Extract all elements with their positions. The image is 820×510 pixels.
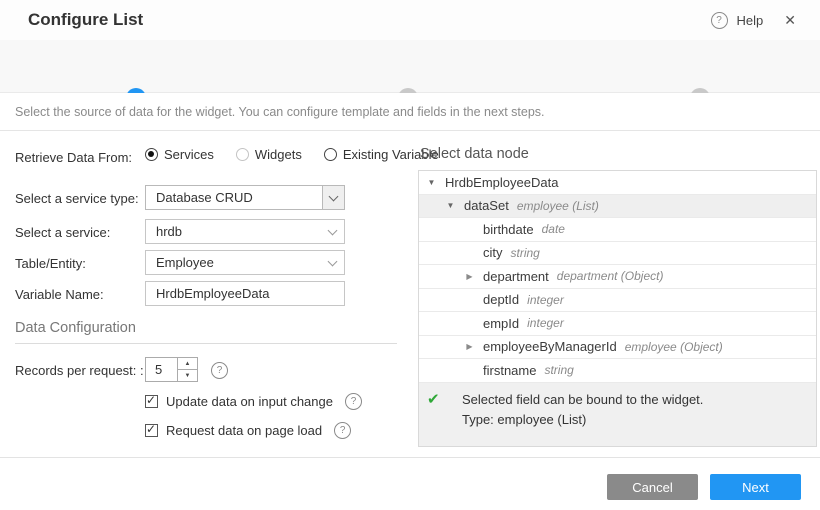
node-type: department (Object) [557,269,664,283]
tree-node-birthdate[interactable]: birthdate date [419,218,816,242]
help-link[interactable]: Help [737,13,764,28]
chevron-down-icon [320,261,344,265]
service-value: hrdb [146,224,320,239]
table-entity-value: Employee [146,255,320,270]
node-name: dataSet [464,198,509,213]
tree-node-empId[interactable]: empId integer [419,312,816,336]
request-data-help-icon[interactable]: ? [334,422,351,439]
status-text: Selected field can be bound to the widge… [462,390,703,430]
chevron-down-icon [320,230,344,234]
radio-services[interactable]: Services [145,147,214,162]
records-help-icon[interactable]: ? [211,362,228,379]
tree-node-deptId[interactable]: deptId integer [419,289,816,313]
checkbox-label: Request data on page load [166,423,322,438]
tree-node-dataSet[interactable]: ▼ dataSet employee (List) [419,195,816,219]
wizard-stepper: 1 Data 2 Template 3 Bind Fields [0,40,820,93]
status-line2: Type: employee (List) [462,410,703,430]
titlebar-actions: ? Help ✕ [711,0,796,40]
help-icon[interactable]: ? [711,12,728,29]
instruction-text: Select the source of data for the widget… [0,93,820,131]
chevron-down-icon [322,186,344,209]
service-label: Select a service: [15,225,110,240]
success-check-icon: ✔ [427,390,445,410]
tree-node-firstname[interactable]: firstname string [419,359,816,383]
tree-node-department[interactable]: ▶ department department (Object) [419,265,816,289]
spinner-buttons: ▲ ▼ [177,358,197,381]
tree-node-employeeByManagerId[interactable]: ▶ employeeByManagerId employee (Object) [419,336,816,360]
checkbox-label: Update data on input change [166,394,333,409]
radio-unselected-icon [324,148,337,161]
node-type: employee (Object) [625,340,723,354]
tree-node-city[interactable]: city string [419,242,816,266]
tree-node-HrdbEmployeeData[interactable]: ▼ HrdbEmployeeData [419,171,816,195]
dialog-titlebar: Configure List ? Help ✕ [0,0,820,41]
spinner-down-icon[interactable]: ▼ [178,370,197,381]
node-type: string [544,363,573,377]
configure-list-dialog: Configure List ? Help ✕ 1 Data 2 Templat… [0,0,820,510]
chevron-right-icon[interactable]: ▶ [463,342,476,351]
node-name: department [483,269,549,284]
retrieve-data-label: Retrieve Data From: [15,150,132,165]
data-node-tree: ▼ HrdbEmployeeData ▼ dataSet employee (List)… [419,171,816,383]
chevron-down-icon[interactable]: ▼ [425,178,438,187]
radio-widgets[interactable]: Widgets [236,147,302,162]
retrieve-data-radio-group: Services Widgets Existing Variable [145,147,439,162]
next-button[interactable]: Next [710,474,801,500]
update-data-help-icon[interactable]: ? [345,393,362,410]
variable-name-label: Variable Name: [15,287,104,302]
node-type: integer [527,293,564,307]
node-name: deptId [483,292,519,307]
chevron-right-icon[interactable]: ▶ [463,272,476,281]
dialog-title: Configure List [28,0,143,40]
data-node-panel: ▼ HrdbEmployeeData ▼ dataSet employee (List)… [418,170,817,447]
selection-status: ✔ Selected field can be bound to the wid… [419,383,816,447]
node-type: string [511,246,540,260]
table-entity-select[interactable]: Employee [145,250,345,275]
chevron-down-icon[interactable]: ▼ [444,201,457,210]
status-line1: Selected field can be bound to the widge… [462,390,703,410]
records-value: 5 [146,358,177,381]
service-type-select[interactable]: Database CRUD [145,185,345,210]
service-type-label: Select a service type: [15,191,139,206]
footer-divider [0,457,820,458]
node-name: HrdbEmployeeData [445,175,558,190]
node-type: date [542,222,565,236]
records-spinner[interactable]: 5 ▲ ▼ [145,357,198,382]
radio-selected-icon [145,148,158,161]
select-data-node-heading: Select data node [420,146,529,162]
cancel-button[interactable]: Cancel [607,474,698,500]
data-configuration-heading: Data Configuration [15,320,136,336]
node-name: city [483,245,503,260]
checkbox-checked-icon[interactable] [145,424,158,437]
request-data-checkbox-row[interactable]: Request data on page load ? [145,422,351,439]
section-divider [15,343,397,344]
radio-label: Widgets [255,147,302,162]
node-name: birthdate [483,222,534,237]
update-data-checkbox-row[interactable]: Update data on input change ? [145,393,362,410]
service-select[interactable]: hrdb [145,219,345,244]
node-type: employee (List) [517,199,599,213]
variable-name-input[interactable]: HrdbEmployeeData [145,281,345,306]
node-name: empId [483,316,519,331]
close-icon[interactable]: ✕ [784,12,796,29]
node-name: employeeByManagerId [483,339,617,354]
radio-label: Services [164,147,214,162]
records-per-request-label: Records per request: : [15,363,144,378]
node-name: firstname [483,363,536,378]
service-type-value: Database CRUD [146,190,322,205]
checkbox-checked-icon[interactable] [145,395,158,408]
radio-unselected-icon [236,148,249,161]
spinner-up-icon[interactable]: ▲ [178,358,197,370]
table-entity-label: Table/Entity: [15,256,86,271]
node-type: integer [527,316,564,330]
